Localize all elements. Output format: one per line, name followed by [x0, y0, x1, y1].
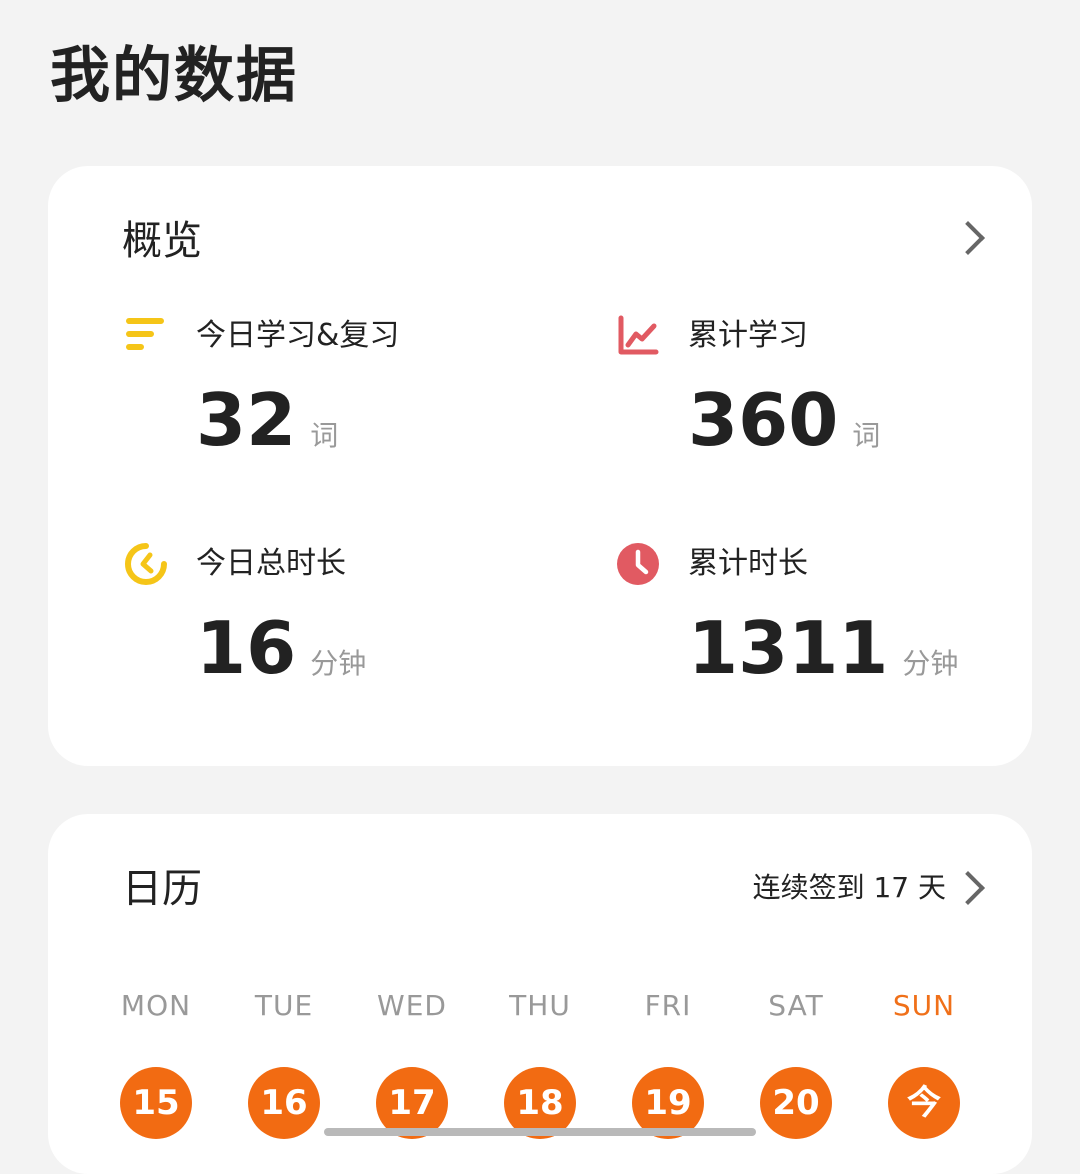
stat-unit: 分钟	[902, 647, 959, 680]
page-title: 我的数据	[50, 41, 298, 111]
stat-unit: 词	[310, 419, 339, 452]
overview-title: 概览	[122, 218, 202, 264]
calendar-card[interactable]: 日历 连续签到 17 天 MON TUE WED THU FRI SAT SUN…	[48, 814, 1032, 1174]
stat-unit: 分钟	[310, 647, 367, 680]
weekday-row: MON TUE WED THU FRI SAT SUN	[120, 986, 1016, 1026]
weekday-tue: TUE	[254, 989, 314, 1022]
date-day[interactable]: 15	[120, 1067, 192, 1139]
timer-icon	[125, 543, 167, 585]
line-chart-icon	[618, 315, 659, 355]
stat-label: 今日总时长	[196, 546, 346, 581]
date-day[interactable]: 16	[248, 1067, 320, 1139]
stat-value: 32	[196, 378, 297, 462]
stat-value: 360	[688, 378, 839, 462]
weekday-wed: WED	[377, 989, 447, 1022]
clock-icon	[617, 543, 659, 585]
weekday-sat: SAT	[768, 989, 824, 1022]
overview-card[interactable]: 概览 今日学习&复习 32 词 累计学习 360 词 今日总时长 16 分钟 累…	[48, 166, 1032, 766]
stat-label: 今日学习&复习	[196, 318, 400, 353]
bars-icon	[126, 318, 164, 350]
date-day[interactable]: 20	[760, 1067, 832, 1139]
stat-value: 16	[196, 606, 297, 690]
calendar-chevron-icon[interactable]	[951, 871, 985, 905]
streak-text[interactable]: 连续签到 17 天	[753, 868, 946, 908]
weekday-fri: FRI	[644, 989, 692, 1022]
stat-label: 累计时长	[688, 546, 808, 581]
calendar-title: 日历	[122, 866, 202, 912]
stat-value: 1311	[688, 606, 889, 690]
weekday-sun: SUN	[892, 989, 956, 1022]
weekday-mon: MON	[120, 989, 192, 1022]
date-today[interactable]: 今	[888, 1067, 960, 1139]
stat-label: 累计学习	[688, 318, 808, 353]
overview-chevron-icon[interactable]	[951, 221, 985, 255]
home-indicator[interactable]	[324, 1128, 756, 1136]
weekday-thu: THU	[509, 989, 571, 1022]
stat-unit: 词	[852, 419, 881, 452]
